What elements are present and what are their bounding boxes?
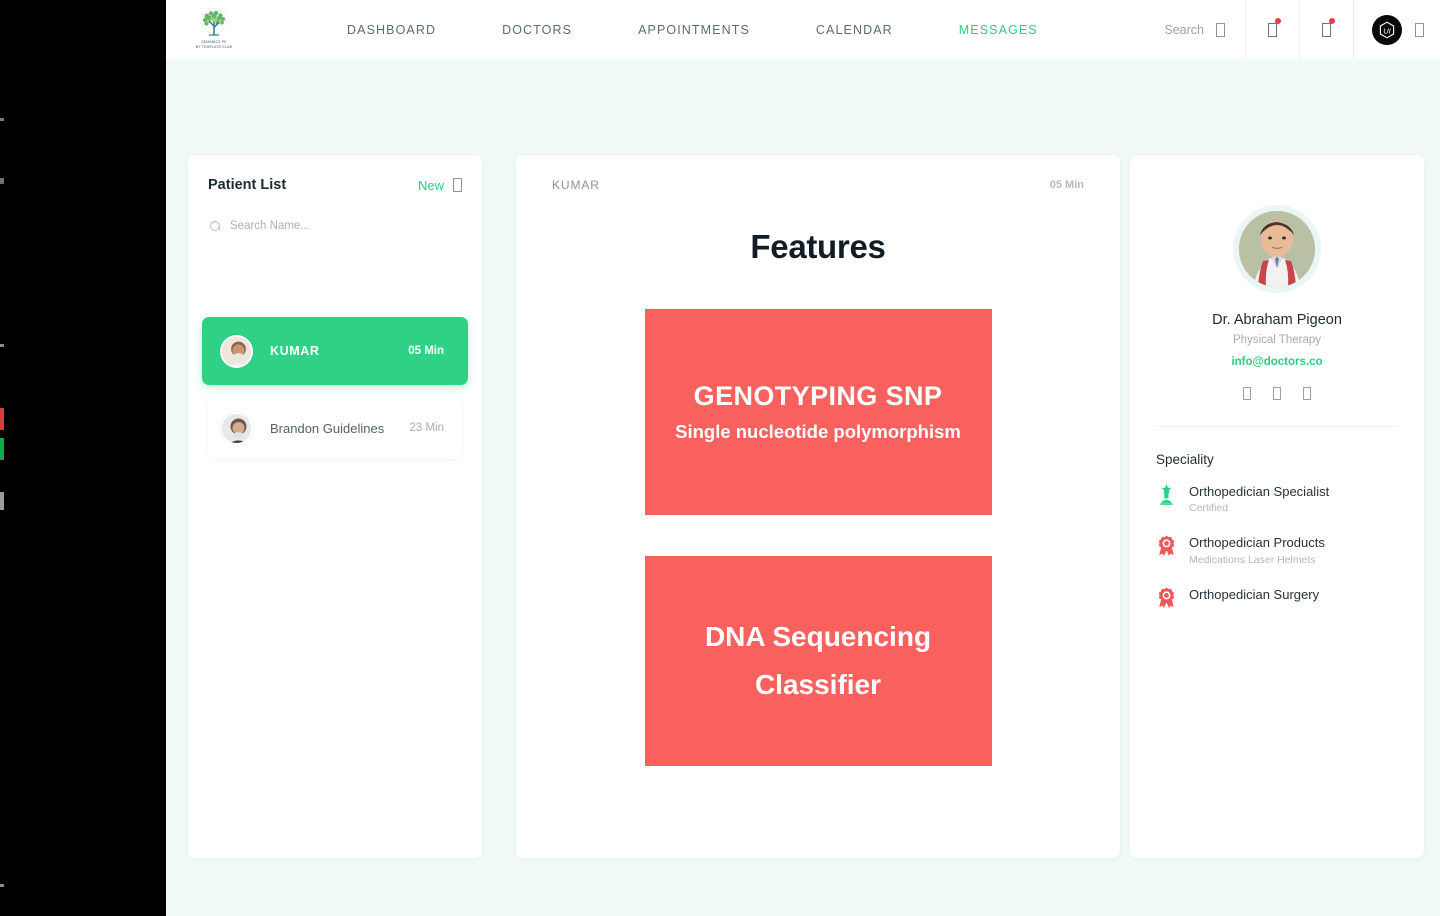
banner-line-1: DNA Sequencing [704,621,932,653]
patient-items: KUMAR 05 Min Brandon Guidelines 23 Min [202,317,468,459]
page-title: Features [750,228,886,265]
search-icon [210,220,221,232]
edge-artifact [0,438,4,460]
speciality-label: Orthopedician Surgery [1189,586,1320,602]
patient-photo [222,336,251,366]
patient-name: KUMAR [270,344,320,358]
header-search[interactable] [1146,0,1245,59]
banner-title: GENOTYPING SNP [693,381,943,411]
doctor-email[interactable]: info@doctors.co [1156,356,1398,368]
chevron-down-icon[interactable] [1415,22,1424,37]
edge-artifact [0,492,4,510]
doctor-photo [1239,211,1315,287]
messages-button[interactable] [1299,0,1353,59]
plus-icon [453,178,462,192]
brand-logo[interactable]: SEMANICS PE BY TEMPLATE CLUB [166,7,262,52]
edge-artifact [0,344,4,347]
list-item[interactable]: Brandon Guidelines 23 Min [208,397,462,459]
profile-menu[interactable]: UI [1353,0,1440,59]
patient-search-input[interactable] [230,220,430,232]
messages-icon [1322,22,1331,37]
main-navigation: DASHBOARD DOCTORS APPOINTMENTS CALENDAR … [314,23,1071,37]
doctor-profile-panel: Dr. Abraham Pigeon Physical Therapy info… [1130,155,1424,858]
edge-artifact [0,118,4,121]
speciality-label: Orthopedician Products [1189,535,1325,551]
doctor-social-links [1156,387,1398,400]
header-actions: UI [1146,0,1440,59]
messages-badge [1329,18,1335,24]
chat-contact-name: KUMAR [552,178,600,192]
doctor-avatar-ring [1233,205,1321,293]
avatar [220,334,253,368]
nav-item-calendar[interactable]: CALENDAR [783,23,926,37]
speciality-label: Orthopedician Specialist [1189,484,1330,499]
patient-photo [222,413,251,443]
award-badge-icon [1158,587,1175,608]
divider [1156,426,1398,427]
search-input[interactable] [1146,22,1204,37]
patient-time: 05 Min [408,345,444,357]
chat-timestamp: 05 Min [1049,179,1084,191]
nav-item-appointments[interactable]: APPOINTMENTS [605,23,783,37]
patient-list-title: Patient List [208,177,287,193]
edge-artifact [0,408,4,430]
notifications-button[interactable] [1245,0,1299,59]
top-navbar: SEMANICS PE BY TEMPLATE CLUB DASHBOARD D… [166,0,1440,59]
notifications-icon [1268,22,1277,37]
genotyping-snp-banner[interactable]: GENOTYPING SNP Single nucleotide polymor… [644,309,992,515]
brand-caption: SEMANICS PE BY TEMPLATE CLUB [195,40,233,50]
banner-subtitle: Single nucleotide polymorphism [675,421,961,442]
patient-search[interactable] [208,220,462,232]
svg-text:UI: UI [1383,26,1391,35]
speciality-sub: Certified [1189,502,1229,515]
new-patient-label: New [417,177,444,193]
app-screen: SEMANICS PE BY TEMPLATE CLUB DASHBOARD D… [0,0,1440,916]
chat-header: KUMAR 05 Min [552,178,1084,192]
list-item[interactable]: KUMAR 05 Min [202,317,468,385]
doctor-name: Dr. Abraham Pigeon [1212,312,1342,328]
list-item[interactable]: Orthopedician Specialist Certified [1156,484,1398,514]
award-badge-icon [1158,535,1175,557]
speciality-title: Speciality [1156,452,1214,467]
linkedin-icon[interactable] [1303,387,1311,400]
edge-artifact [0,178,4,184]
patient-name: Brandon Guidelines [270,420,385,436]
app-container: SEMANICS PE BY TEMPLATE CLUB DASHBOARD D… [166,0,1440,916]
nav-item-dashboard[interactable]: DASHBOARD [314,23,469,37]
profile-avatar: UI [1372,14,1402,45]
nav-item-messages[interactable]: MESSAGES [926,23,1071,37]
search-icon[interactable] [1216,22,1225,37]
dna-sequencing-banner[interactable]: DNA Sequencing Classifier [644,556,992,766]
hex-monogram-icon: UI [1379,21,1395,38]
edge-artifact [0,884,4,887]
trophy-star-icon [1160,484,1173,505]
speciality-list: Orthopedician Specialist Certified Ortho… [1156,484,1398,609]
avatar [1239,211,1315,287]
speciality-sub: Medications Laser Helmets [1189,553,1316,566]
left-black-overlay [0,0,166,916]
twitter-icon[interactable] [1273,387,1281,400]
tree-logo-icon [201,7,227,36]
patient-list-header: Patient List New [208,177,462,193]
facebook-icon[interactable] [1243,387,1251,400]
list-item[interactable]: Orthopedician Products Medications Laser… [1156,535,1398,566]
doctor-role: Physical Therapy [1233,334,1321,346]
chat-panel: KUMAR 05 Min Features GENOTYPING SNP Sin… [516,155,1120,858]
list-item[interactable]: Orthopedician Surgery [1156,587,1398,609]
nav-item-doctors[interactable]: DOCTORS [469,23,605,37]
new-patient-button[interactable]: New [418,178,462,193]
notifications-badge [1275,18,1281,24]
patient-time: 23 Min [409,422,444,434]
page-content: Patient List New Search Name... KUMAR 05… [166,59,1440,916]
avatar [220,411,253,445]
patient-list-panel: Patient List New Search Name... KUMAR 05… [188,155,482,858]
banner-line-2: Classifier [754,669,882,700]
